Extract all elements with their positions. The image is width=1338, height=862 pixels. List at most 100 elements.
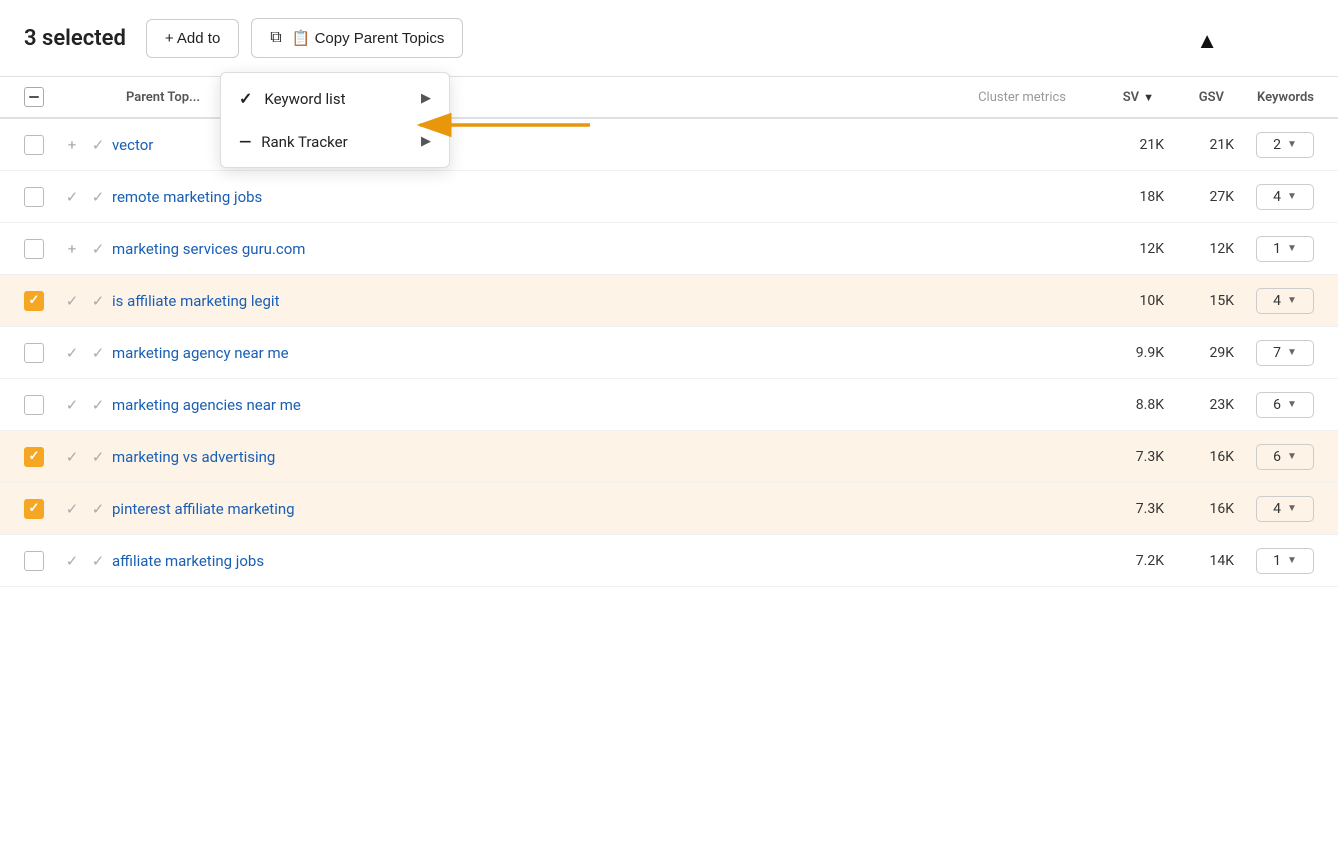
gsv-value: 21K — [1164, 137, 1234, 153]
keywords-dropdown[interactable]: 4▼ — [1234, 496, 1314, 522]
keyword-link[interactable]: affiliate marketing jobs — [112, 552, 1084, 570]
col-keywords-header: Keywords — [1224, 90, 1314, 105]
table-row: ✓✓affiliate marketing jobs7.2K14K1▼ — [0, 535, 1338, 587]
keywords-dropdown[interactable]: 4▼ — [1234, 288, 1314, 314]
sv-value: 8.8K — [1084, 397, 1164, 413]
sort-arrow-icon: ▼ — [1143, 91, 1154, 104]
keywords-box[interactable]: 4▼ — [1256, 184, 1314, 210]
rank-tracker-label: Rank Tracker — [261, 133, 347, 151]
chevron-right-icon: ▶ — [421, 91, 431, 106]
row-checkbox[interactable] — [24, 291, 44, 311]
gsv-value: 15K — [1164, 293, 1234, 309]
keywords-box[interactable]: 6▼ — [1256, 444, 1314, 470]
sv-value: 18K — [1084, 189, 1164, 205]
col-gsv-header: GSV — [1154, 90, 1224, 105]
keyword-link[interactable]: marketing vs advertising — [112, 448, 1084, 466]
table-row: ✓✓is affiliate marketing legit10K15K4▼ — [0, 275, 1338, 327]
status-icon: ✓ — [84, 344, 112, 362]
sv-value: 7.3K — [1084, 449, 1164, 465]
table-body: +✓vector21K21K2▼✓✓remote marketing jobs1… — [0, 119, 1338, 587]
gsv-value: 29K — [1164, 345, 1234, 361]
row-checkbox[interactable] — [24, 447, 44, 467]
dropdown-item-keyword-list[interactable]: ✓ Keyword list ▶ — [221, 77, 449, 120]
row-checkbox[interactable] — [24, 551, 44, 571]
status-icon: ✓ — [84, 188, 112, 206]
col-sv-header[interactable]: SV ▼ — [1074, 90, 1154, 105]
gsv-value: 16K — [1164, 501, 1234, 517]
keyword-link[interactable]: marketing services guru.com — [112, 240, 1084, 258]
keywords-box[interactable]: 4▼ — [1256, 288, 1314, 314]
check-icon: ✓ — [239, 89, 252, 108]
select-all-checkbox[interactable] — [24, 87, 60, 107]
row-checkbox[interactable] — [24, 135, 44, 155]
chevron-right-icon-2: ▶ — [421, 134, 431, 149]
action-icon[interactable]: ✓ — [60, 188, 84, 206]
table-row: +✓vector21K21K2▼ — [0, 119, 1338, 171]
action-icon[interactable]: ✓ — [60, 448, 84, 466]
keyword-list-label: Keyword list — [264, 90, 345, 108]
cursor: ▲ — [1196, 28, 1218, 54]
sv-value: 12K — [1084, 241, 1164, 257]
action-icon[interactable]: ✓ — [60, 552, 84, 570]
keyword-link[interactable]: marketing agency near me — [112, 344, 1084, 362]
row-checkbox[interactable] — [24, 239, 44, 259]
row-checkbox[interactable] — [24, 499, 44, 519]
keywords-dropdown[interactable]: 4▼ — [1234, 184, 1314, 210]
action-icon[interactable]: ✓ — [60, 344, 84, 362]
table-row: ✓✓marketing agencies near me8.8K23K6▼ — [0, 379, 1338, 431]
dash-icon: — — [239, 132, 249, 151]
keywords-dropdown[interactable]: 7▼ — [1234, 340, 1314, 366]
gsv-value: 12K — [1164, 241, 1234, 257]
keywords-dropdown[interactable]: 1▼ — [1234, 236, 1314, 262]
status-icon: ✓ — [84, 500, 112, 518]
sv-value: 7.3K — [1084, 501, 1164, 517]
action-icon[interactable]: ✓ — [60, 292, 84, 310]
sv-value: 9.9K — [1084, 345, 1164, 361]
keywords-dropdown[interactable]: 6▼ — [1234, 392, 1314, 418]
keywords-box[interactable]: 4▼ — [1256, 496, 1314, 522]
gsv-value: 14K — [1164, 553, 1234, 569]
action-icon[interactable]: + — [60, 240, 84, 258]
table-header: Parent Top... Cluster metrics SV ▼ GSV K… — [0, 77, 1338, 119]
sv-value: 7.2K — [1084, 553, 1164, 569]
keywords-dropdown[interactable]: 2▼ — [1234, 132, 1314, 158]
dropdown-menu: ✓ Keyword list ▶ — Rank Tracker ▶ — [220, 72, 450, 168]
table-row: ✓✓marketing vs advertising7.3K16K6▼ — [0, 431, 1338, 483]
keywords-box[interactable]: 6▼ — [1256, 392, 1314, 418]
keywords-box[interactable]: 1▼ — [1256, 548, 1314, 574]
gsv-value: 27K — [1164, 189, 1234, 205]
status-icon: ✓ — [84, 552, 112, 570]
gsv-value: 16K — [1164, 449, 1234, 465]
sv-value: 10K — [1084, 293, 1164, 309]
row-checkbox[interactable] — [24, 187, 44, 207]
keywords-dropdown[interactable]: 1▼ — [1234, 548, 1314, 574]
row-checkbox[interactable] — [24, 343, 44, 363]
keyword-link[interactable]: marketing agencies near me — [112, 396, 1084, 414]
copy-icon: ⧉ — [270, 29, 281, 47]
status-icon: ✓ — [84, 448, 112, 466]
status-icon: ✓ — [84, 136, 112, 154]
row-checkbox[interactable] — [24, 395, 44, 415]
keywords-box[interactable]: 7▼ — [1256, 340, 1314, 366]
sv-value: 21K — [1084, 137, 1164, 153]
status-icon: ✓ — [84, 240, 112, 258]
keywords-dropdown[interactable]: 6▼ — [1234, 444, 1314, 470]
keywords-box[interactable]: 2▼ — [1256, 132, 1314, 158]
action-icon[interactable]: ✓ — [60, 396, 84, 414]
action-icon[interactable]: + — [60, 136, 84, 154]
table-row: ✓✓remote marketing jobs18K27K4▼ — [0, 171, 1338, 223]
copy-parent-topics-button[interactable]: ⧉ 📋 Copy Parent Topics — [251, 18, 463, 58]
selected-count: 3 selected — [24, 26, 126, 51]
keywords-box[interactable]: 1▼ — [1256, 236, 1314, 262]
add-to-button[interactable]: + Add to — [146, 19, 239, 58]
keyword-link[interactable]: remote marketing jobs — [112, 188, 1084, 206]
gsv-value: 23K — [1164, 397, 1234, 413]
table-row: ✓✓marketing agency near me9.9K29K7▼ — [0, 327, 1338, 379]
action-icon[interactable]: ✓ — [60, 500, 84, 518]
cluster-metrics-label: Cluster metrics — [978, 90, 1074, 105]
keyword-link[interactable]: is affiliate marketing legit — [112, 292, 1084, 310]
toolbar: 3 selected + Add to ⧉ 📋 Copy Parent Topi… — [0, 0, 1338, 77]
keyword-link[interactable]: pinterest affiliate marketing — [112, 500, 1084, 518]
dropdown-item-rank-tracker[interactable]: — Rank Tracker ▶ — [221, 120, 449, 163]
table: Parent Top... Cluster metrics SV ▼ GSV K… — [0, 77, 1338, 587]
